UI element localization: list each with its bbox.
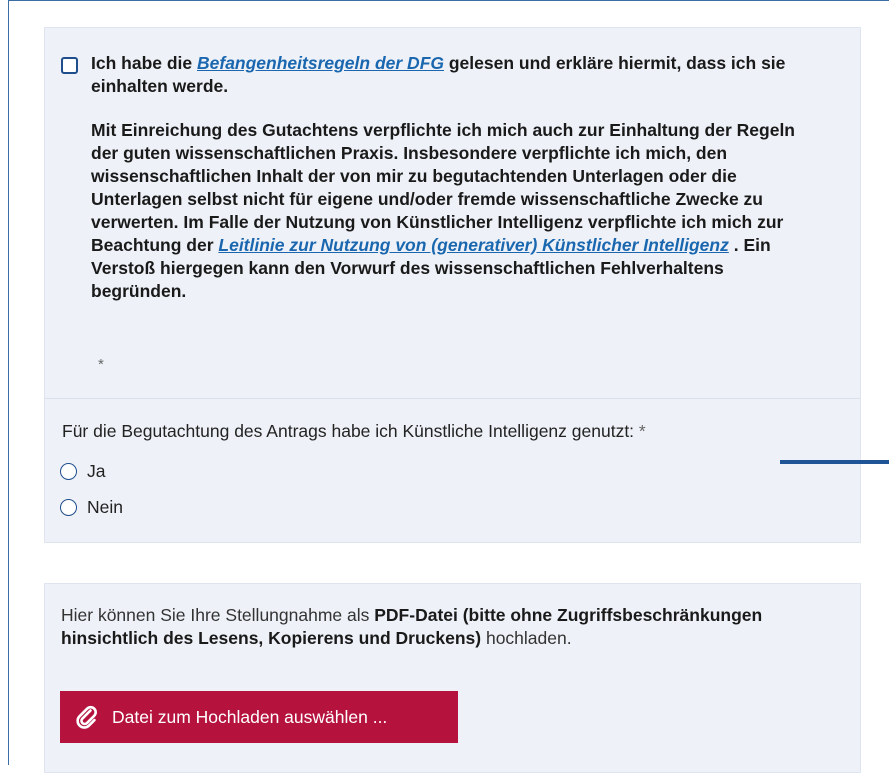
ai-question-label: Für die Begutachtung des Antrags habe ic… bbox=[62, 421, 646, 442]
file-upload-button[interactable]: Datei zum Hochladen auswählen ... bbox=[60, 691, 458, 743]
frame-top-border bbox=[8, 0, 889, 1]
consent-panel: Ich habe die Befangenheitsregeln der DFG… bbox=[44, 27, 861, 543]
upload-text-intro: Hier können Sie Ihre Stellungnahme als bbox=[61, 605, 375, 625]
upload-text-outro: hochladen. bbox=[481, 628, 572, 648]
consent-paragraph-2: Mit Einreichung des Gutachtens verpflich… bbox=[91, 119, 821, 303]
radio-ja[interactable] bbox=[60, 463, 77, 480]
radio-nein[interactable] bbox=[60, 499, 77, 516]
file-upload-button-label[interactable]: Datei zum Hochladen auswählen ... bbox=[112, 707, 387, 728]
upload-instructions: Hier können Sie Ihre Stellungnahme als P… bbox=[61, 604, 801, 650]
consent-paragraph-1: Ich habe die Befangenheitsregeln der DFG… bbox=[91, 52, 821, 98]
radio-ja-label[interactable]: Ja bbox=[87, 461, 105, 482]
consent-line1-before: Ich habe die bbox=[91, 53, 197, 73]
ki-leitlinie-link[interactable]: Leitlinie zur Nutzung von (generativer) … bbox=[218, 235, 728, 255]
consent-checkbox[interactable] bbox=[61, 57, 78, 74]
consent-text: Ich habe die Befangenheitsregeln der DFG… bbox=[91, 52, 821, 303]
section-divider bbox=[45, 398, 860, 399]
radio-option-ja[interactable]: Ja bbox=[60, 461, 105, 482]
upload-panel: Hier können Sie Ihre Stellungnahme als P… bbox=[44, 583, 861, 773]
blue-accent-bar bbox=[780, 460, 889, 464]
consent-required-mark: * bbox=[98, 356, 104, 373]
radio-nein-label[interactable]: Nein bbox=[87, 497, 123, 518]
paperclip-icon bbox=[74, 704, 100, 730]
ai-question-required-mark: * bbox=[638, 421, 646, 441]
frame-left-border bbox=[8, 0, 9, 765]
befangenheitsregeln-link[interactable]: Befangenheitsregeln der DFG bbox=[197, 53, 444, 73]
ai-question-text: Für die Begutachtung des Antrags habe ic… bbox=[62, 421, 635, 441]
radio-option-nein[interactable]: Nein bbox=[60, 497, 123, 518]
